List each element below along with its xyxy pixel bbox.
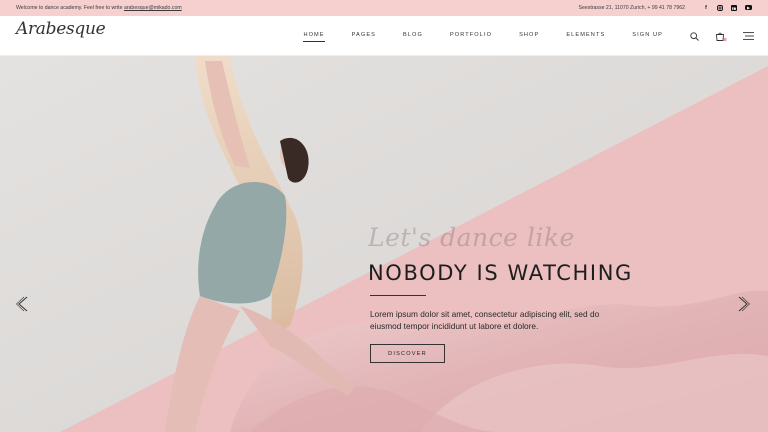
hero-slider: Let's dance like NOBODY IS WATCHING Lore… [0, 56, 768, 432]
cart-icon[interactable] [715, 31, 727, 42]
nav-shop[interactable]: SHOP [519, 32, 539, 40]
top-bar-right: Seestrasse 21, 11070 Zurich, + 99 41 78 … [579, 5, 752, 11]
linkedin-icon[interactable] [731, 5, 737, 11]
site-logo[interactable]: Arabesque [16, 19, 106, 39]
instagram-icon[interactable] [717, 5, 723, 11]
nav-sign-up[interactable]: SIGN UP [632, 32, 663, 40]
discover-button[interactable]: DISCOVER [370, 344, 445, 363]
address-text: Seestrasse 21, 11070 Zurich, + 99 41 78 … [578, 5, 685, 11]
welcome-message: Welcome to dance academy. Feel free to w… [16, 5, 182, 11]
nav-home[interactable]: HOME [303, 32, 325, 42]
social-links: f ▶ [703, 5, 752, 11]
hero-divider [370, 295, 426, 296]
hero-script-text: Let's dance like [368, 223, 575, 252]
top-bar: Welcome to dance academy. Feel free to w… [0, 0, 768, 16]
welcome-text: Welcome to dance academy. Feel free to w… [16, 5, 124, 11]
nav-blog[interactable]: BLOG [403, 32, 423, 40]
email-link[interactable]: arabesque@mikado.com [124, 5, 182, 11]
search-icon[interactable] [690, 31, 699, 41]
chevron-right-icon[interactable] [736, 296, 750, 312]
main-nav: HOME PAGES BLOG PORTFOLIO SHOP ELEMENTS … [303, 16, 754, 56]
youtube-icon[interactable]: ▶ [745, 5, 752, 10]
nav-portfolio[interactable]: PORTFOLIO [450, 32, 492, 40]
nav-pages[interactable]: PAGES [352, 32, 376, 40]
menu-icon[interactable] [743, 32, 754, 40]
header: Arabesque HOME PAGES BLOG PORTFOLIO SHOP… [0, 16, 768, 56]
hero-headline: NOBODY IS WATCHING [368, 261, 633, 285]
facebook-icon[interactable]: f [703, 5, 709, 11]
nav-elements[interactable]: ELEMENTS [566, 32, 605, 40]
hero-body-text: Lorem ipsum dolor sit amet, consectetur … [370, 309, 600, 331]
chevron-left-icon[interactable] [16, 296, 30, 312]
